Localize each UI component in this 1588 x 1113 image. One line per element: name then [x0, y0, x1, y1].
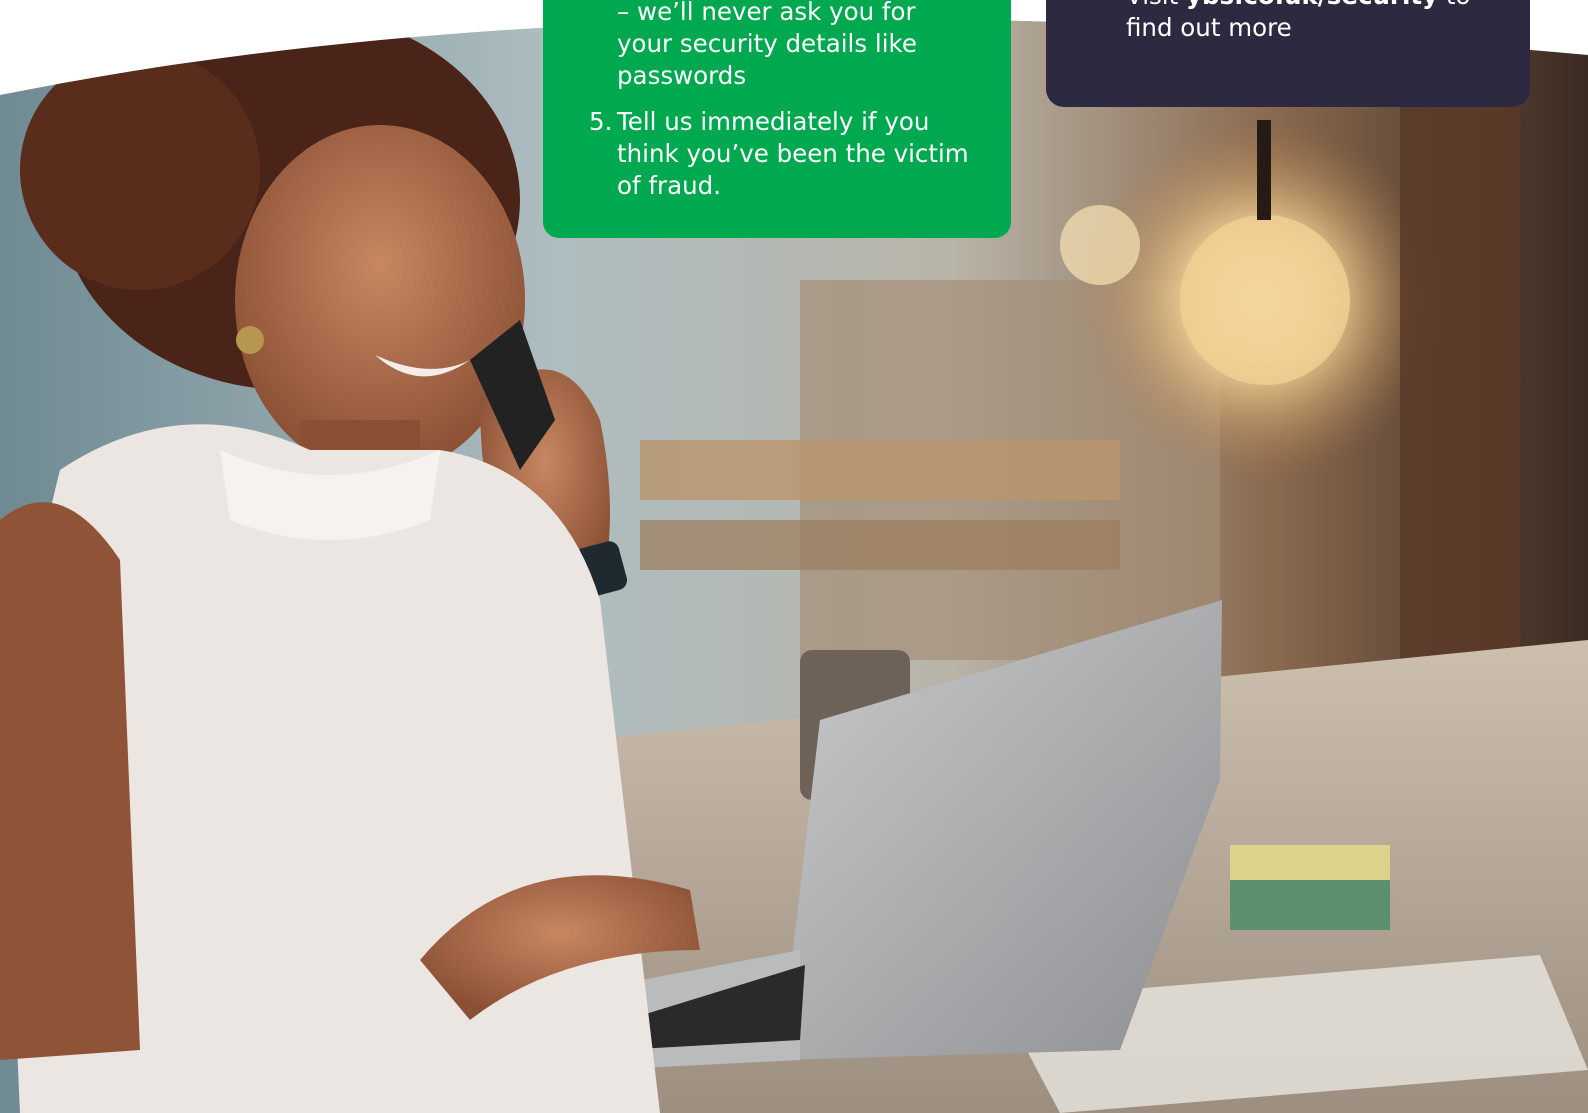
visit-prefix: Visit [1126, 0, 1178, 10]
tip-line: of fraud. [617, 171, 721, 200]
tip-line: think you’ve been the victim [617, 139, 969, 168]
security-link[interactable]: ybs.co.uk/security [1186, 0, 1438, 10]
security-info-card: Visit ybs.co.uk/security to find out mor… [1046, 0, 1530, 107]
tip-line: passwords [617, 61, 747, 90]
tip-number: 5. [589, 107, 613, 136]
tip-line: – we’ll never ask you for [617, 0, 916, 26]
visit-suffix: to [1446, 0, 1471, 10]
visit-line: Visit ybs.co.uk/security to [1126, 0, 1471, 12]
tip-item-5: 5. Tell us immediately if you think you’… [589, 106, 981, 202]
tip-line: your security details like [617, 29, 917, 58]
tip-item-4: – we’ll never ask you for your security … [589, 0, 981, 92]
security-tips-list: – we’ll never ask you for your security … [589, 0, 981, 202]
find-out-more-text: find out more [1126, 13, 1292, 42]
security-tips-card: – we’ll never ask you for your security … [543, 0, 1011, 238]
tip-line: Tell us immediately if you [617, 107, 930, 136]
